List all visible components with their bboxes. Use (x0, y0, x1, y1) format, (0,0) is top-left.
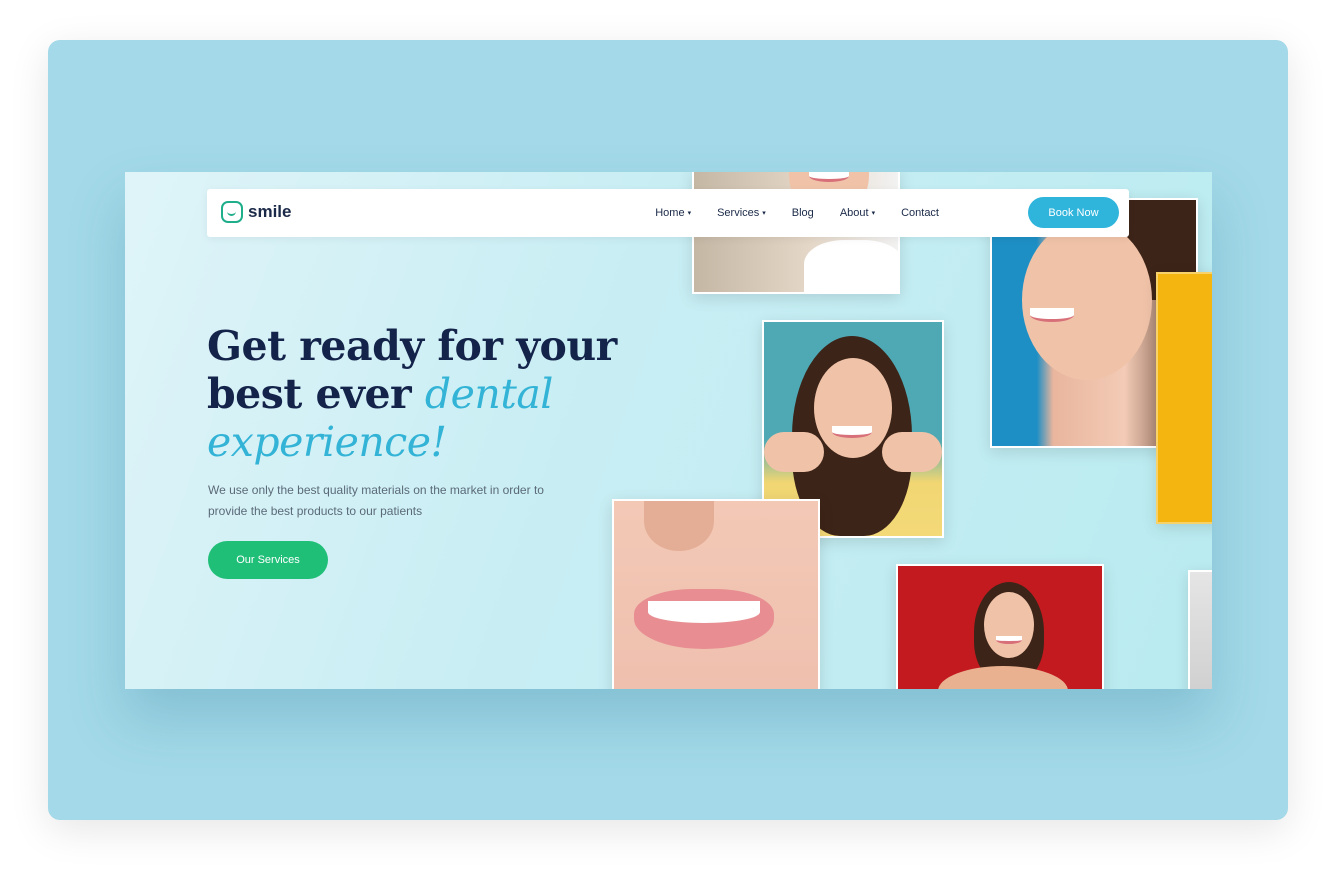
our-services-button[interactable]: Our Services (208, 541, 328, 579)
photo-woman-red-bg (896, 564, 1104, 689)
nav-item-blog[interactable]: Blog (792, 207, 814, 219)
photo-partial-right (1188, 570, 1212, 689)
smile-shape (832, 426, 872, 438)
navbar: smile Home ▾ Services ▾ Blog About ▾ Con… (207, 189, 1129, 237)
shoulders (938, 666, 1068, 689)
hero-title-accent-experience: experience! (207, 418, 447, 466)
teeth-shape (648, 601, 760, 623)
chevron-down-icon: ▾ (762, 210, 766, 217)
nav-item-services[interactable]: Services ▾ (717, 207, 766, 219)
chevron-down-icon: ▾ (871, 210, 876, 217)
hero-title-accent-dental: dental (424, 370, 553, 418)
website-preview: smile Home ▾ Services ▾ Blog About ▾ Con… (125, 172, 1212, 689)
face-shape (984, 592, 1034, 658)
nose-shape (644, 501, 714, 551)
hero-title: Get ready for your best ever dental expe… (207, 322, 627, 466)
hero-title-line1: Get ready for your (207, 322, 617, 370)
logo[interactable]: smile (221, 201, 291, 223)
photo-smile-closeup (612, 499, 820, 689)
smile-shape (1030, 308, 1074, 322)
nav-item-label: About (839, 207, 869, 219)
hero-title-line2: best ever (207, 370, 425, 418)
smile-logo-icon (221, 201, 243, 223)
nav-item-label: Blog (791, 207, 814, 219)
white-shirt (804, 240, 898, 292)
nav-item-label: Contact (901, 207, 939, 219)
logo-text: smile (248, 202, 292, 221)
nav-item-contact[interactable]: Contact (901, 207, 939, 219)
smile-shape (996, 636, 1022, 644)
nav-item-about[interactable]: About ▾ (840, 207, 875, 219)
nav-item-label: Home (655, 207, 685, 219)
photo-yellow (1156, 272, 1212, 524)
hand-right (882, 432, 942, 472)
book-now-button[interactable]: Book Now (1028, 197, 1119, 228)
nav-item-home[interactable]: Home ▾ (655, 207, 691, 219)
face-shape (814, 358, 892, 458)
nav-item-label: Services (717, 207, 760, 219)
nav-menu: Home ▾ Services ▾ Blog About ▾ Contact (655, 189, 939, 237)
hero-description: We use only the best quality materials o… (208, 483, 544, 518)
face-shape (1022, 220, 1152, 380)
chevron-down-icon: ▾ (687, 210, 692, 217)
hand-left (764, 432, 824, 472)
